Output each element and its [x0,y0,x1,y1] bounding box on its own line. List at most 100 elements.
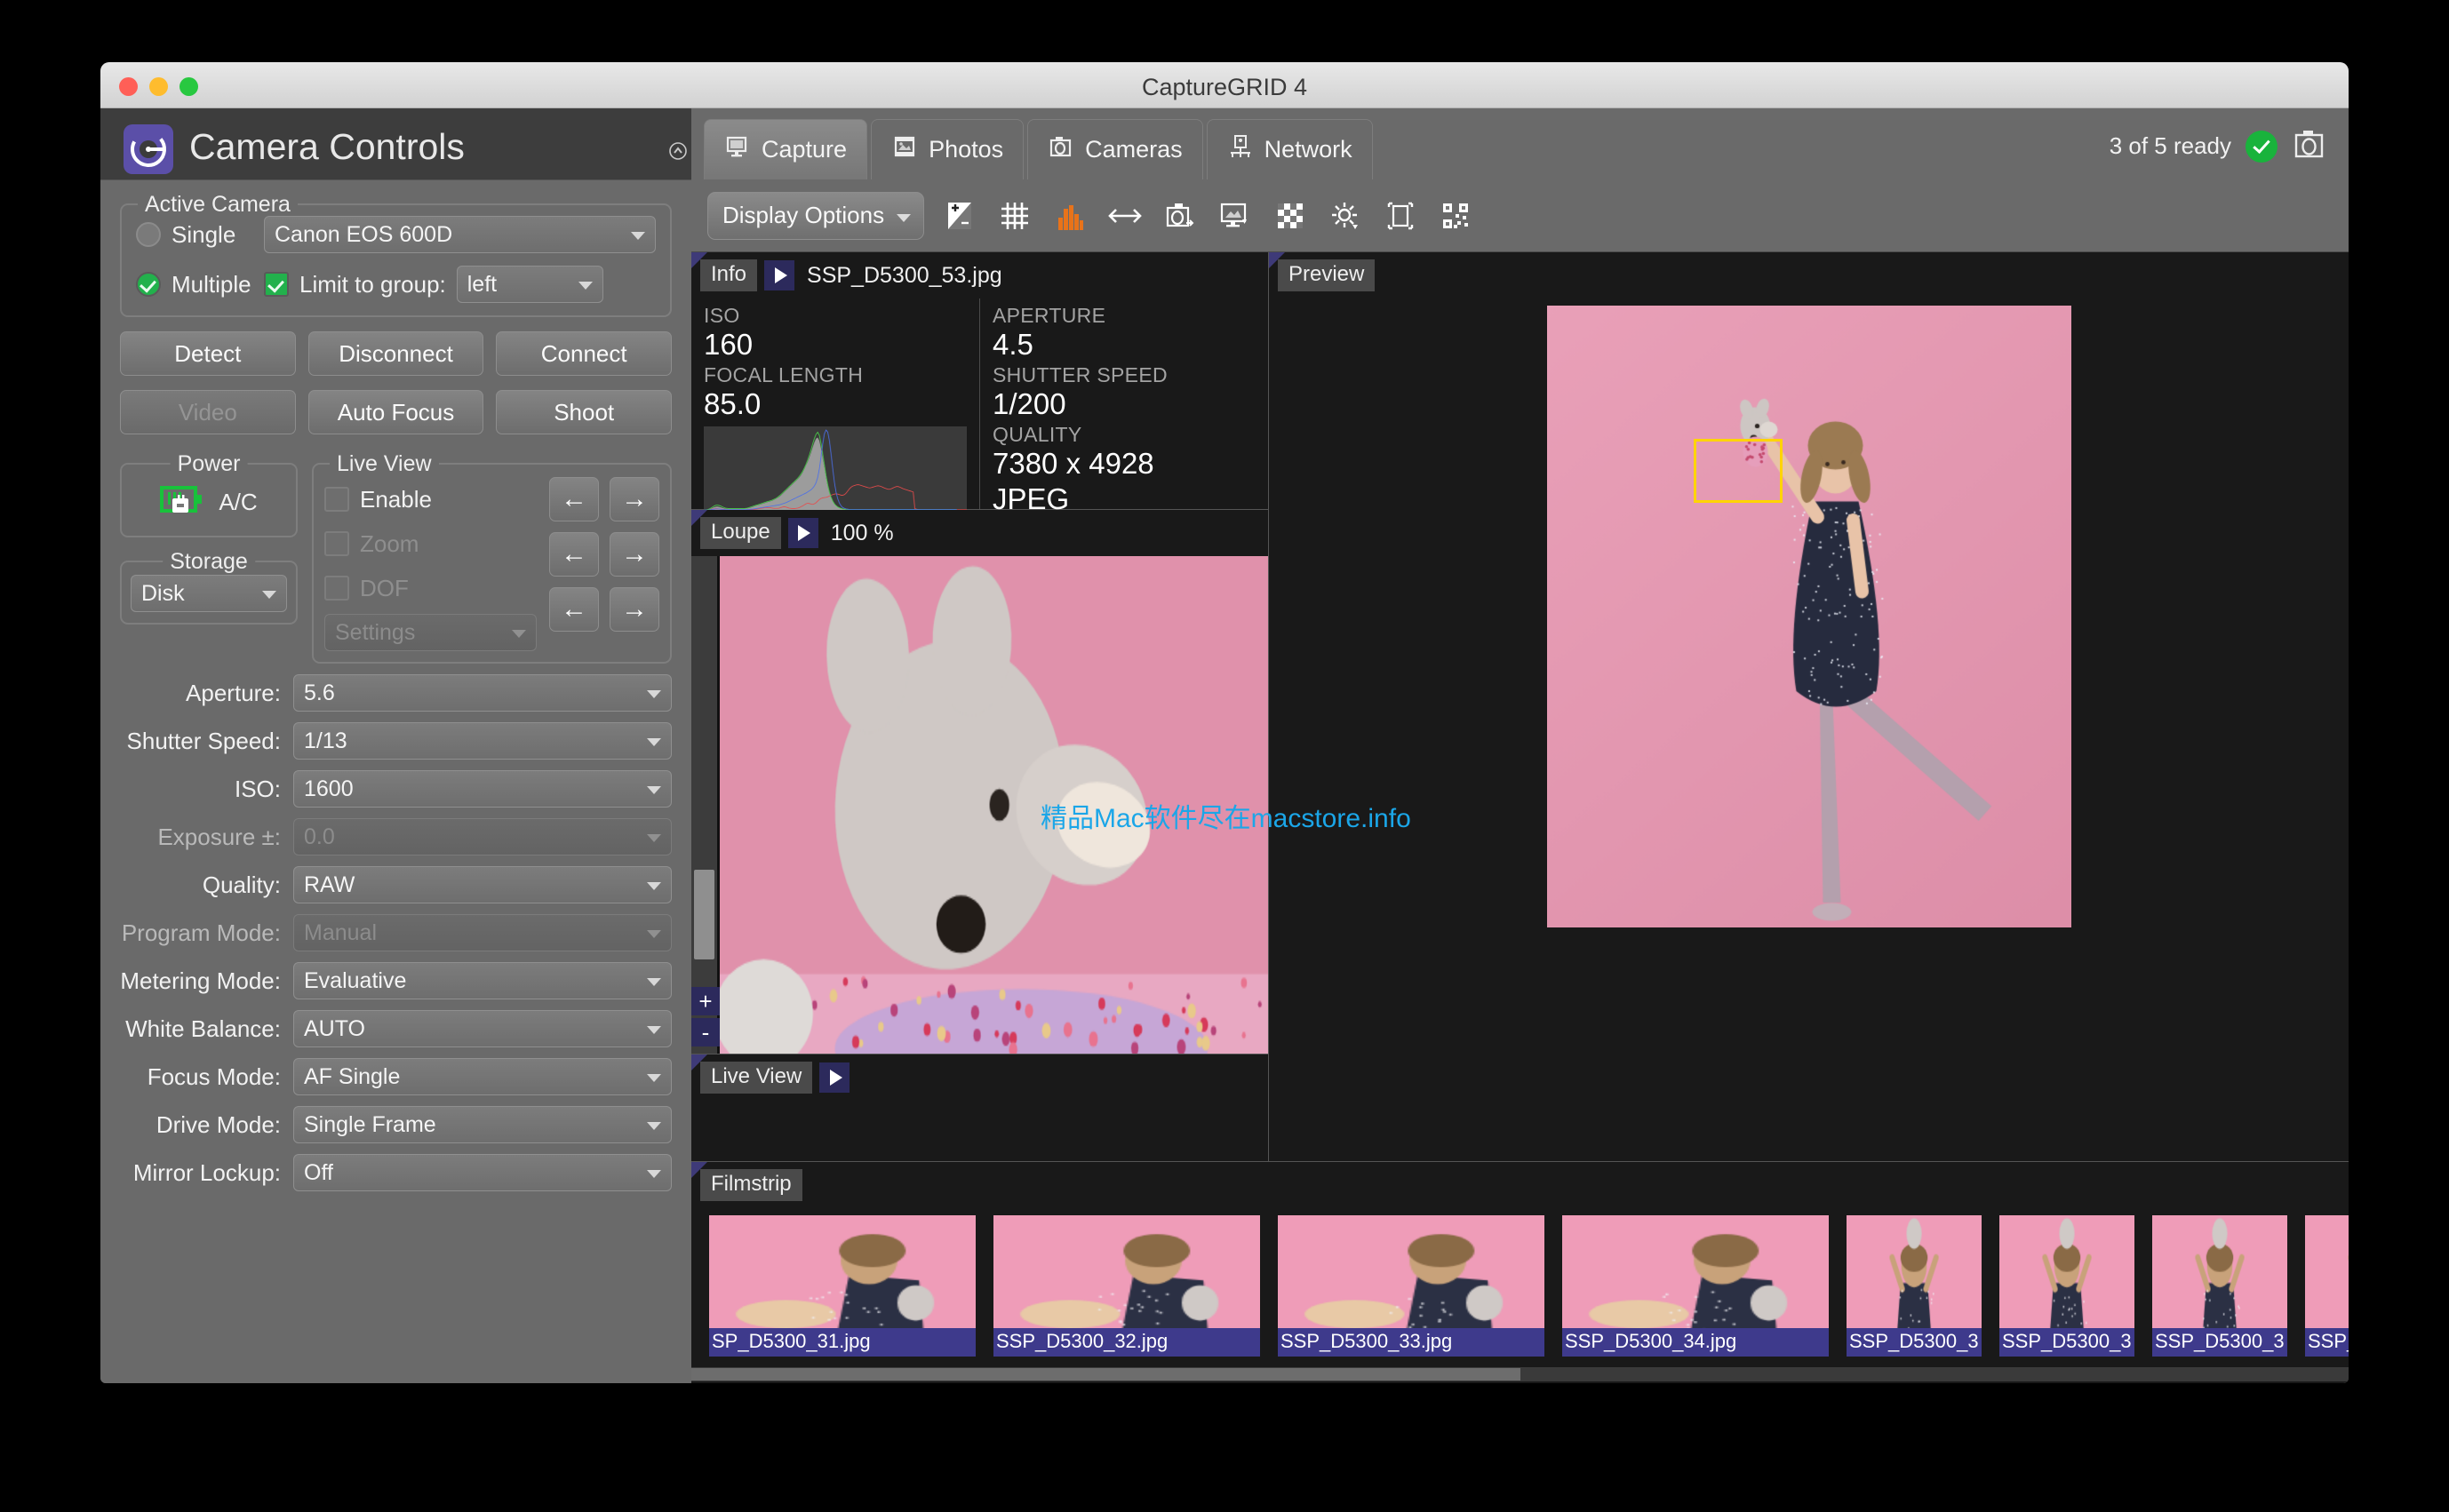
filmstrip-thumbnail[interactable]: SSP_D5300_34.jpg [1562,1215,1829,1357]
info-panel-header: Info SSP_D5300_53.jpg [700,259,1002,291]
thumbnail-filename: SSP_D5300_3 [2152,1328,2287,1357]
filmstrip-items: SP_D5300_31.jpg SSP_D5300_32.jpg SSP_D5300… [709,1215,2349,1357]
setting-select[interactable]: Evaluative [293,962,672,999]
loupe-scrollbar-thumb[interactable] [694,870,714,959]
live-view-enable-checkbox[interactable] [324,487,349,512]
rgb-histogram [704,426,967,512]
histogram-icon[interactable] [1050,196,1089,235]
crop-icon[interactable] [1381,196,1420,235]
filmstrip-scrollbar-thumb[interactable] [691,1368,1520,1381]
active-camera-group: Active Camera Single Canon EOS 600D Mult… [120,203,672,317]
preview-tab-label[interactable]: Preview [1278,259,1375,291]
setting-select[interactable]: Manual [293,914,672,951]
live-view-tab-label[interactable]: Live View [700,1062,812,1094]
setting-row: Program Mode: Manual [120,914,672,951]
shoot-button[interactable]: Shoot [496,390,672,434]
setting-select[interactable]: 5.6 [293,674,672,712]
connect-button[interactable]: Connect [496,331,672,376]
info-expand-arrow-icon[interactable] [764,260,794,290]
group-select[interactable]: left [457,266,603,303]
storage-select[interactable]: Disk [131,575,287,612]
live-view-expand-arrow-icon[interactable] [819,1062,850,1093]
focus-far-medium-button[interactable]: → [610,532,659,577]
single-camera-radio[interactable] [136,222,161,247]
focus-near-medium-button[interactable]: ← [549,532,599,577]
exposure-icon[interactable] [940,196,979,235]
setting-select[interactable]: AF Single [293,1058,672,1095]
live-view-settings-select[interactable]: Settings [324,614,537,651]
focus-far-small-button[interactable]: → [610,477,659,521]
setting-select[interactable]: Single Frame [293,1106,672,1143]
limit-to-group-label: Limit to group: [299,271,446,298]
live-view-dof-label: DOF [360,575,409,602]
tab-network[interactable]: Network [1207,119,1373,179]
monitor-image-icon[interactable] [1216,196,1255,235]
work-area: Info SSP_D5300_53.jpg ISO 160 FOCAL LENG… [691,252,2349,1161]
focus-far-large-button[interactable]: → [610,587,659,632]
filmstrip-tab-label[interactable]: Filmstrip [700,1169,802,1201]
display-options-button[interactable]: Display Options [707,192,924,240]
live-view-zoom-label: Zoom [360,530,419,558]
focus-near-small-button[interactable]: ← [549,477,599,521]
tab-capture[interactable]: Capture [704,119,867,179]
filmstrip-thumbnail[interactable]: SSP_D5300_3 [1999,1215,2134,1357]
tab-network-label: Network [1264,136,1352,163]
filmstrip-thumbnail[interactable]: SSP_D5300_3 [2305,1215,2349,1357]
loupe-expand-arrow-icon[interactable] [788,518,818,548]
battery-ac-icon [160,482,206,522]
loupe-selection-rect[interactable] [1694,439,1783,503]
setting-row: Exposure ±: 0.0 [120,818,672,855]
setting-select[interactable]: 0.0 [293,818,672,855]
preview-panel: Preview [1269,252,2349,1161]
loupe-zoom-out-button[interactable]: - [691,1018,720,1046]
setting-select[interactable]: 1600 [293,770,672,808]
tab-cameras[interactable]: Cameras [1027,119,1203,179]
camera-controls-panel: Camera Controls Active Camera Single Can… [100,108,691,1383]
loupe-zoom-in-button[interactable]: + [691,987,720,1015]
brightness-icon[interactable] [1326,196,1365,235]
camera-select[interactable]: Canon EOS 600D [264,216,656,253]
focus-near-large-button[interactable]: ← [549,587,599,632]
camera-settings-list: Aperture: 5.6 Shutter Speed: 1/13 ISO: 1600 Ex… [120,674,672,1191]
auto-focus-button[interactable]: Auto Focus [308,390,484,434]
filmstrip-thumbnail[interactable]: SSP_D5300_33.jpg [1278,1215,1544,1357]
filmstrip-thumbnail[interactable]: SP_D5300_31.jpg [709,1215,976,1357]
checkerboard-icon[interactable] [1271,196,1310,235]
thumbnail-filename: SP_D5300_31.jpg [709,1328,976,1357]
power-group: Power A/C [120,463,298,537]
filmstrip-thumbnail[interactable]: SSP_D5300_3 [2152,1215,2287,1357]
camera-icon[interactable] [2292,127,2327,165]
camera-icon[interactable] [1161,196,1200,235]
live-view-zoom-checkbox[interactable] [324,531,349,556]
tab-photos[interactable]: Photos [871,119,1024,179]
loupe-tab-label[interactable]: Loupe [700,517,781,549]
active-camera-group-title: Active Camera [138,192,298,218]
loupe-scrollbar[interactable] [691,556,720,1054]
disconnect-button[interactable]: Disconnect [308,331,484,376]
collapse-icon[interactable] [667,140,689,162]
info-tab-label[interactable]: Info [700,259,757,291]
filmstrip-scrollbar[interactable] [691,1367,2349,1381]
setting-select[interactable]: 1/13 [293,722,672,760]
preview-image[interactable] [1547,306,2071,927]
filmstrip-thumbnail[interactable]: SSP_D5300_3 [1847,1215,1982,1357]
filmstrip-thumbnail[interactable]: SSP_D5300_32.jpg [993,1215,1260,1357]
capturegrid-logo-icon [124,124,173,174]
multiple-camera-radio[interactable] [136,272,161,297]
setting-select[interactable]: Off [293,1154,672,1191]
setting-select[interactable]: AUTO [293,1010,672,1047]
limit-to-group-checkbox[interactable] [264,272,289,297]
video-button[interactable]: Video [120,390,296,434]
toolbar: Display Options [691,179,2349,252]
setting-label: Quality: [120,871,293,899]
live-view-dof-checkbox[interactable] [324,576,349,601]
setting-row: Mirror Lockup: Off [120,1154,672,1191]
setting-select[interactable]: RAW [293,866,672,903]
ruler-icon[interactable] [1105,196,1145,235]
qrcode-icon[interactable] [1436,196,1475,235]
preview-panel-header: Preview [1278,259,1375,291]
grid-icon[interactable] [995,196,1034,235]
setting-row: Shutter Speed: 1/13 [120,722,672,760]
detect-button[interactable]: Detect [120,331,296,376]
setting-row: Quality: RAW [120,866,672,903]
